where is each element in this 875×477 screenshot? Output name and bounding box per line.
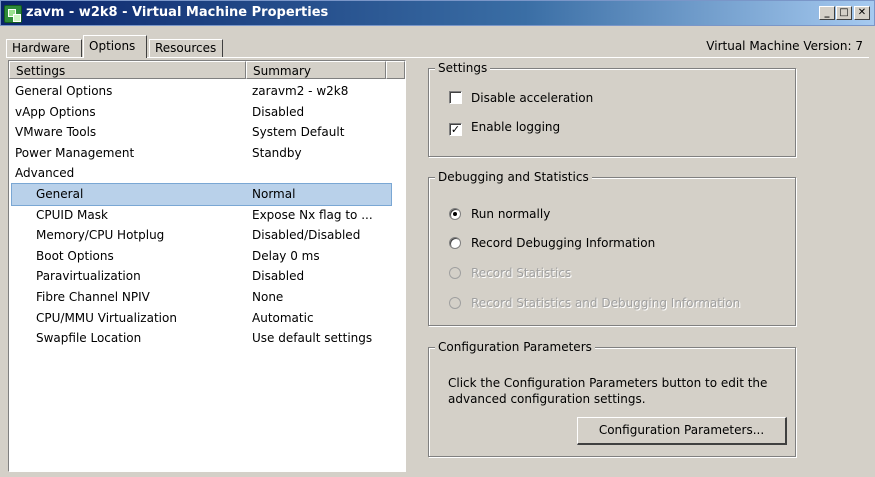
close-button[interactable]: ✕ <box>854 6 870 20</box>
enable-logging-checkbox[interactable]: ✓ Enable logging <box>449 120 560 136</box>
list-item-summary: Expose Nx flag to ... <box>252 207 373 222</box>
list-item[interactable]: CPU/MMU Virtualization Automatic <box>9 308 405 329</box>
list-item-setting: Fibre Channel NPIV <box>36 289 150 304</box>
list-item-setting: VMware Tools <box>15 125 97 140</box>
list-item-summary: Normal <box>252 186 296 201</box>
window-title: zavm - w2k8 - Virtual Machine Properties <box>26 5 329 20</box>
enable-logging-box[interactable]: ✓ <box>449 123 462 136</box>
list-item-setting: vApp Options <box>15 104 96 119</box>
config-description: Click the Configuration Parameters butto… <box>448 376 768 406</box>
radio-dot <box>449 267 461 279</box>
list-item[interactable]: General Options zaravm2 - w2k8 <box>9 81 405 102</box>
settings-list[interactable]: Settings Summary General Options zaravm2 … <box>8 60 406 472</box>
settings-group-title: Settings <box>435 61 491 75</box>
disable-acceleration-checkbox[interactable]: Disable acceleration <box>449 91 593 105</box>
list-item-setting: Memory/CPU Hotplug <box>36 228 165 243</box>
enable-logging-label: Enable logging <box>471 120 561 134</box>
list-item[interactable]: VMware Tools System Default <box>9 122 405 143</box>
list-item-summary: Delay 0 ms <box>252 248 320 263</box>
list-item[interactable]: Power Management Standby <box>9 143 405 164</box>
radio-label: Record Statistics and Debugging Informat… <box>471 296 741 310</box>
minimize-button[interactable]: _ <box>819 6 835 20</box>
tab-options[interactable]: Options <box>83 35 147 58</box>
list-item-setting: General <box>36 186 84 201</box>
list-item[interactable]: Swapfile Location Use default settings <box>9 328 405 349</box>
vm-app-icon <box>4 5 22 23</box>
tab-resources[interactable]: Resources <box>149 39 223 57</box>
list-item-setting: General Options <box>15 84 113 98</box>
debugging-statistics-group: Debugging and Statistics Run normally Rec… <box>428 170 796 326</box>
radio-dot[interactable] <box>449 208 461 220</box>
list-item-summary: Standby <box>252 145 302 160</box>
list-item[interactable]: Fibre Channel NPIV None <box>9 287 405 308</box>
column-header-settings[interactable]: Settings <box>9 61 246 79</box>
list-item-summary: Disabled/Disabled <box>252 228 361 243</box>
debugging-group-title: Debugging and Statistics <box>435 170 592 184</box>
list-item-setting: Power Management <box>15 145 135 160</box>
list-item-summary: Automatic <box>252 310 314 325</box>
radio-label: Run normally <box>471 207 551 221</box>
list-item[interactable]: Advanced <box>9 163 405 184</box>
run-normally-radio[interactable]: Run normally <box>449 207 550 221</box>
list-header: Settings Summary <box>9 61 405 79</box>
tab-hardware[interactable]: Hardware <box>6 39 82 57</box>
vm-version-label: Virtual Machine Version: 7 <box>706 39 863 53</box>
list-item[interactable]: vApp Options Disabled <box>9 102 405 123</box>
list-item-setting: CPUID Mask <box>36 207 108 222</box>
list-item[interactable]: Memory/CPU Hotplug Disabled/Disabled <box>9 225 405 246</box>
radio-dot <box>449 297 461 309</box>
list-item-setting: CPU/MMU Virtualization <box>36 310 177 325</box>
settings-group: Settings Disable acceleration ✓ Enable lo… <box>428 61 796 157</box>
list-item-setting: Swapfile Location <box>36 331 142 346</box>
configuration-parameters-group: Configuration Parameters Click the Confi… <box>428 340 796 457</box>
list-rows: General Options zaravm2 - w2k8 vApp Option… <box>9 81 405 349</box>
record-statistics-debugging-radio: Record Statistics and Debugging Informat… <box>449 296 740 310</box>
list-item[interactable]: Paravirtualization Disabled <box>9 266 405 287</box>
config-group-title: Configuration Parameters <box>435 340 595 354</box>
list-item-summary: zaravm2 - w2k8 <box>252 84 349 98</box>
column-header-summary[interactable]: Summary <box>246 61 386 79</box>
list-item-setting: Advanced <box>15 166 75 181</box>
list-item[interactable]: General Normal <box>11 182 392 206</box>
radio-label: Record Debugging Information <box>471 236 656 250</box>
column-header-filler <box>386 61 405 79</box>
radio-label: Record Statistics <box>471 266 572 280</box>
list-item-setting: Boot Options <box>36 248 114 263</box>
disable-acceleration-label: Disable acceleration <box>471 91 594 105</box>
list-item-summary: Disabled <box>252 104 305 119</box>
list-item[interactable]: Boot Options Delay 0 ms <box>9 246 405 267</box>
record-debugging-radio[interactable]: Record Debugging Information <box>449 236 655 250</box>
list-item-summary: Disabled <box>252 269 305 284</box>
list-item-setting: Paravirtualization <box>36 269 141 284</box>
configuration-parameters-button[interactable]: Configuration Parameters... <box>577 417 787 445</box>
list-item-summary: None <box>252 289 284 304</box>
title-bar[interactable]: zavm - w2k8 - Virtual Machine Properties… <box>0 0 875 26</box>
list-item[interactable]: CPUID Mask Expose Nx flag to ... <box>9 205 405 226</box>
record-statistics-radio: Record Statistics <box>449 266 571 280</box>
disable-acceleration-box[interactable] <box>449 91 462 104</box>
list-item-summary: Use default settings <box>252 331 373 346</box>
radio-dot[interactable] <box>449 237 461 249</box>
list-item-summary: System Default <box>252 125 345 140</box>
maximize-button[interactable]: □ <box>836 6 852 20</box>
